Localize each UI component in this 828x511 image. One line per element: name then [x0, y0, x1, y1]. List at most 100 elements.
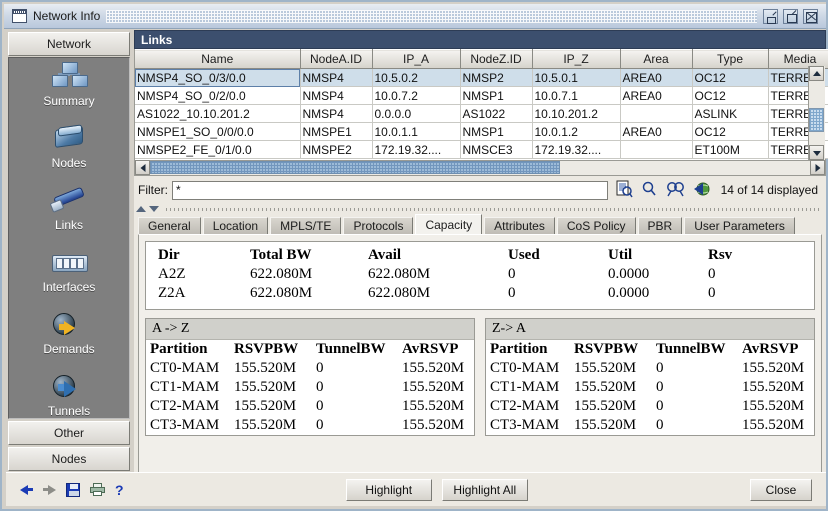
column-header-area[interactable]: Area: [620, 50, 692, 69]
z2a-col-rsvpbw: RSVPBW: [570, 340, 652, 359]
horizontal-scrollbar-thumb[interactable]: [150, 161, 560, 174]
splitter-grip[interactable]: [166, 208, 822, 211]
title-drag-area[interactable]: [106, 10, 757, 23]
links-table-horizontal-scrollbar[interactable]: [134, 161, 826, 176]
column-header-nodea[interactable]: NodeA.ID: [300, 50, 372, 69]
highlight-button[interactable]: Highlight: [346, 479, 432, 501]
tab-cos-policy[interactable]: CoS Policy: [557, 217, 636, 234]
a2z-cell-avrsvp: 155.520M: [398, 359, 474, 378]
column-header-ipz[interactable]: IP_Z: [532, 50, 620, 69]
sidebar-item-label: Links: [55, 218, 83, 232]
scroll-up-button[interactable]: [809, 66, 824, 81]
z2a-cell-avrsvp: 155.520M: [738, 416, 814, 435]
column-header-ipa[interactable]: IP_A: [372, 50, 460, 69]
cell-area: AREA0: [620, 123, 692, 141]
tab-attributes[interactable]: Attributes: [484, 217, 555, 234]
filter-label: Filter:: [138, 183, 168, 197]
sidebar-item-tunnels[interactable]: Tunnels: [9, 372, 129, 430]
tab-pbr[interactable]: PBR: [638, 217, 683, 234]
cell-nodea: NMSPE2: [300, 141, 372, 159]
partition-heading-z2a: Z-> A: [486, 319, 814, 340]
summary-col-avail: Avail: [364, 246, 504, 265]
a2z-cell-tunnelbw: 0: [312, 378, 398, 397]
table-row[interactable]: NMSP4_SO_0/3/0.0 NMSP4 10.5.0.2 NMSP2 10…: [135, 69, 828, 87]
cell-ipa: 10.0.1.1: [372, 123, 460, 141]
tab-mplste[interactable]: MPLS/TE: [270, 217, 341, 234]
z2a-cell-tunnelbw: 0: [652, 359, 738, 378]
partition-tables: A -> Z Partition RSVPBW TunnelBW AvRSVP …: [145, 318, 815, 436]
column-header-type[interactable]: Type: [692, 50, 768, 69]
a2z-cell-tunnelbw: 0: [312, 416, 398, 435]
sidebar-item-nodes[interactable]: Nodes: [9, 124, 129, 182]
summary-cell-rsv: 0: [704, 284, 806, 303]
scroll-down-button[interactable]: [809, 145, 824, 160]
summary-cell-util: 0.0000: [604, 265, 704, 284]
magnifier-icon[interactable]: [642, 181, 657, 200]
tab-user-parameters[interactable]: User Parameters: [684, 217, 795, 234]
table-row[interactable]: NMSPE1_SO_0/0/0.0 NMSPE1 10.0.1.1 NMSP1 …: [135, 123, 828, 141]
partition-table-z2a: Z-> A Partition RSVPBW TunnelBW AvRSVP C…: [485, 318, 815, 436]
cell-nodez: NMSCE3: [460, 141, 532, 159]
sidebar-item-interfaces[interactable]: Interfaces: [9, 248, 129, 306]
tab-location[interactable]: Location: [203, 217, 268, 234]
toolbar-icons: ?: [20, 483, 124, 497]
minimize-icon[interactable]: [763, 9, 778, 24]
a2z-row: CT3-MAM 155.520M 0 155.520M: [146, 416, 474, 435]
tab-general[interactable]: General: [138, 217, 201, 234]
cell-area: [620, 141, 692, 159]
a2z-cell-rsvpbw: 155.520M: [230, 397, 312, 416]
column-header-name[interactable]: Name: [135, 50, 300, 69]
tab-protocols[interactable]: Protocols: [343, 217, 413, 234]
print-icon[interactable]: [90, 483, 105, 496]
scroll-left-button[interactable]: [135, 160, 150, 175]
z2a-header-row: Partition RSVPBW TunnelBW AvRSVP: [486, 340, 814, 359]
filter-input[interactable]: [172, 181, 608, 200]
table-row[interactable]: NMSP4_SO_0/2/0.0 NMSP4 10.0.7.2 NMSP1 10…: [135, 87, 828, 105]
close-button[interactable]: Close: [750, 479, 812, 501]
tunnels-icon: [50, 372, 88, 402]
action-buttons: Highlight Highlight All: [124, 479, 750, 501]
a2z-cell-rsvpbw: 155.520M: [230, 359, 312, 378]
z2a-cell-rsvpbw: 155.520M: [570, 359, 652, 378]
tab-capacity[interactable]: Capacity: [415, 214, 482, 234]
sidebar-item-demands[interactable]: Demands: [9, 310, 129, 368]
find-all-icon[interactable]: [666, 181, 685, 200]
help-icon[interactable]: ?: [115, 483, 124, 497]
sidebar-item-links[interactable]: Links: [9, 186, 129, 244]
summary-cell-avail: 622.080M: [364, 265, 504, 284]
collapse-up-icon[interactable]: [136, 206, 146, 212]
z2a-col-partition: Partition: [486, 340, 570, 359]
scroll-right-button[interactable]: [810, 160, 825, 175]
links-table-vertical-scrollbar[interactable]: [808, 66, 825, 160]
z2a-cell-partition: CT0-MAM: [486, 359, 570, 378]
vertical-scrollbar-thumb[interactable]: [809, 108, 824, 132]
sidebar-item-summary[interactable]: Summary: [9, 62, 129, 120]
column-header-nodez[interactable]: NodeZ.ID: [460, 50, 532, 69]
restore-icon[interactable]: [783, 9, 798, 24]
document-search-icon[interactable]: [616, 180, 633, 201]
sidebar-group-nodes[interactable]: Nodes: [8, 447, 130, 471]
back-arrow-icon[interactable]: [20, 485, 33, 495]
z2a-row: CT1-MAM 155.520M 0 155.520M: [486, 378, 814, 397]
close-icon[interactable]: [803, 9, 818, 24]
bottom-toolbar: ? Highlight Highlight All Close: [6, 472, 826, 506]
sidebar-group-network[interactable]: Network: [8, 32, 130, 56]
cell-name: NMSPE1_SO_0/0/0.0: [135, 123, 300, 141]
collapse-down-icon[interactable]: [149, 206, 159, 212]
globe-refresh-icon[interactable]: [694, 181, 711, 200]
sidebar-item-label: Summary: [43, 94, 94, 108]
filter-bar: Filter:: [134, 176, 826, 204]
split-pane-divider[interactable]: [134, 204, 826, 214]
interfaces-icon: [50, 248, 88, 278]
filter-icons: [616, 180, 711, 201]
table-row[interactable]: AS1022_10.10.201.2 NMSP4 0.0.0.0 AS1022 …: [135, 105, 828, 123]
highlight-all-button[interactable]: Highlight All: [442, 479, 528, 501]
partition-heading-a2z: A -> Z: [146, 319, 474, 340]
summary-cell-total: 622.080M: [246, 284, 364, 303]
cell-ipz: 10.10.201.2: [532, 105, 620, 123]
a2z-col-tunnelbw: TunnelBW: [312, 340, 398, 359]
save-icon[interactable]: [66, 483, 80, 497]
forward-arrow-icon[interactable]: [43, 485, 56, 495]
table-row[interactable]: NMSPE2_FE_0/1/0.0 NMSPE2 172.19.32.... N…: [135, 141, 828, 159]
cell-type: OC12: [692, 69, 768, 87]
